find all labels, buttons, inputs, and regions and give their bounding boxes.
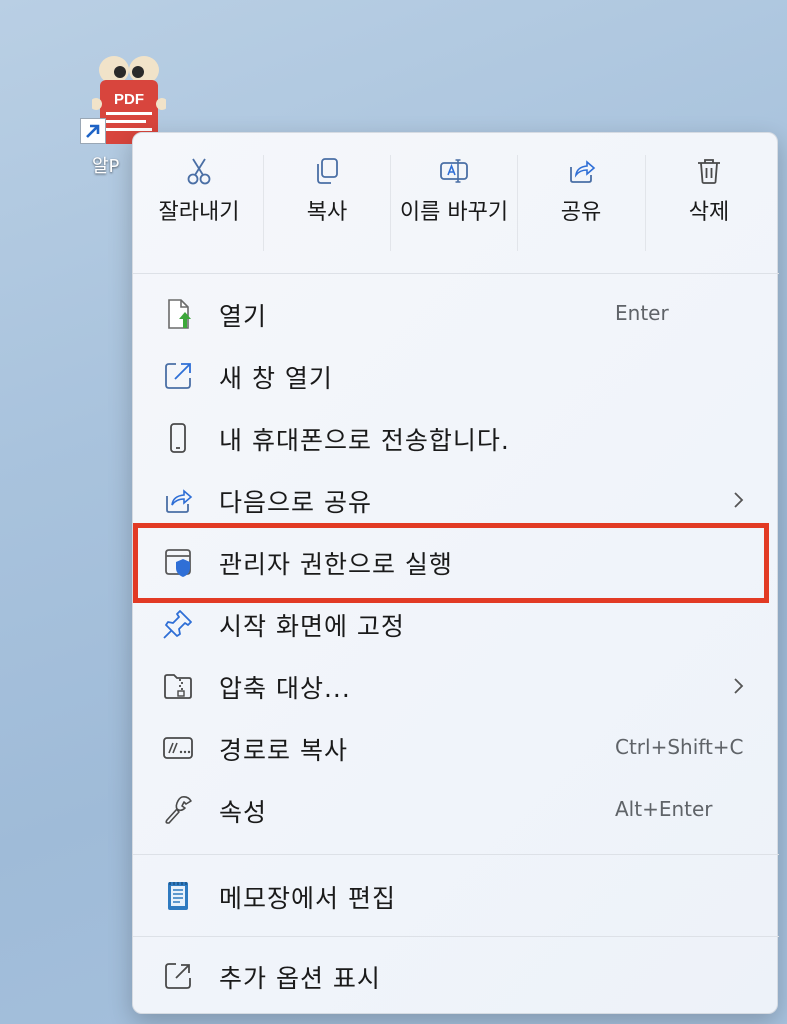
rename-button[interactable]: 이름 바꾸기 xyxy=(390,155,518,273)
quick-actions-bar: 잘라내기 복사 이름 바꾸기 공유 삭제 xyxy=(133,133,779,273)
menu-item-run-as-admin[interactable]: 관리자 권한으로 실행 xyxy=(133,531,779,593)
cut-button[interactable]: 잘라내기 xyxy=(135,155,263,273)
menu-item-compress-to[interactable]: 압축 대상... xyxy=(133,655,779,717)
pin-icon xyxy=(163,610,192,639)
notepad-icon xyxy=(168,882,188,910)
wrench-icon xyxy=(165,796,192,824)
chevron-right-icon xyxy=(734,678,744,694)
shortcut-text: Alt+Enter xyxy=(615,797,713,821)
menu-item-new-window[interactable]: 새 창 열기 xyxy=(133,345,779,407)
share-icon xyxy=(570,160,596,183)
delete-label: 삭제 xyxy=(688,200,730,225)
menu-item-label: 새 창 열기 xyxy=(219,364,333,393)
copy-icon xyxy=(317,158,338,184)
copy-path-icon xyxy=(163,737,193,759)
admin-shield-icon xyxy=(165,549,191,577)
menu-item-label: 내 휴대폰으로 전송합니다. xyxy=(219,426,510,455)
context-menu: 잘라내기 복사 이름 바꾸기 공유 삭제 열기 Enter 새 창 열기 내 휴… xyxy=(132,132,779,1014)
menu-item-share-with[interactable]: 다음으로 공유 xyxy=(133,469,779,531)
share-button[interactable]: 공유 xyxy=(517,155,645,273)
menu-item-label: 압축 대상... xyxy=(219,674,351,703)
menu-item-label: 열기 xyxy=(219,302,268,331)
desktop-icon-label: 알P xyxy=(92,156,120,177)
menu-item-send-to-phone[interactable]: 내 휴대폰으로 전송합니다. xyxy=(133,407,779,469)
menu-item-label: 속성 xyxy=(219,798,268,827)
menu-item-pin-to-start[interactable]: 시작 화면에 고정 xyxy=(133,593,779,655)
copy-label: 복사 xyxy=(306,200,348,225)
menu-item-edit-in-notepad[interactable]: 메모장에서 편집 xyxy=(133,865,779,927)
menu-item-label: 추가 옵션 표시 xyxy=(219,964,381,993)
scissors-icon xyxy=(187,158,211,185)
menu-item-properties[interactable]: 속성 Alt+Enter xyxy=(133,779,779,841)
cut-label: 잘라내기 xyxy=(158,200,240,225)
zip-folder-icon xyxy=(164,674,192,699)
menu-item-copy-as-path[interactable]: 경로로 복사 Ctrl+Shift+C xyxy=(133,717,779,779)
shortcut-arrow-icon xyxy=(80,118,106,144)
copy-button[interactable]: 복사 xyxy=(263,155,391,273)
chevron-right-icon xyxy=(734,492,744,508)
shortcut-text: Ctrl+Shift+C xyxy=(615,735,744,759)
phone-icon xyxy=(170,423,186,453)
menu-item-label: 관리자 권한으로 실행 xyxy=(219,550,453,579)
new-window-icon xyxy=(165,363,191,389)
open-file-icon xyxy=(168,299,191,329)
trash-icon xyxy=(698,159,720,184)
menu-item-label: 시작 화면에 고정 xyxy=(219,612,405,641)
menu-item-label: 경로로 복사 xyxy=(219,736,348,765)
menu-item-label: 메모장에서 편집 xyxy=(219,884,396,913)
rename-icon xyxy=(440,159,468,183)
share-label: 공유 xyxy=(560,200,602,225)
share-icon xyxy=(166,489,193,513)
rename-label: 이름 바꾸기 xyxy=(399,200,509,225)
menu-item-label: 다음으로 공유 xyxy=(219,488,372,517)
pdf-badge-text: PDF xyxy=(114,91,144,108)
more-options-icon xyxy=(165,963,191,989)
menu-item-show-more-options[interactable]: 추가 옵션 표시 xyxy=(133,945,779,1007)
menu-item-open[interactable]: 열기 Enter xyxy=(133,283,779,345)
shortcut-text: Enter xyxy=(615,301,669,325)
delete-button[interactable]: 삭제 xyxy=(645,155,773,273)
